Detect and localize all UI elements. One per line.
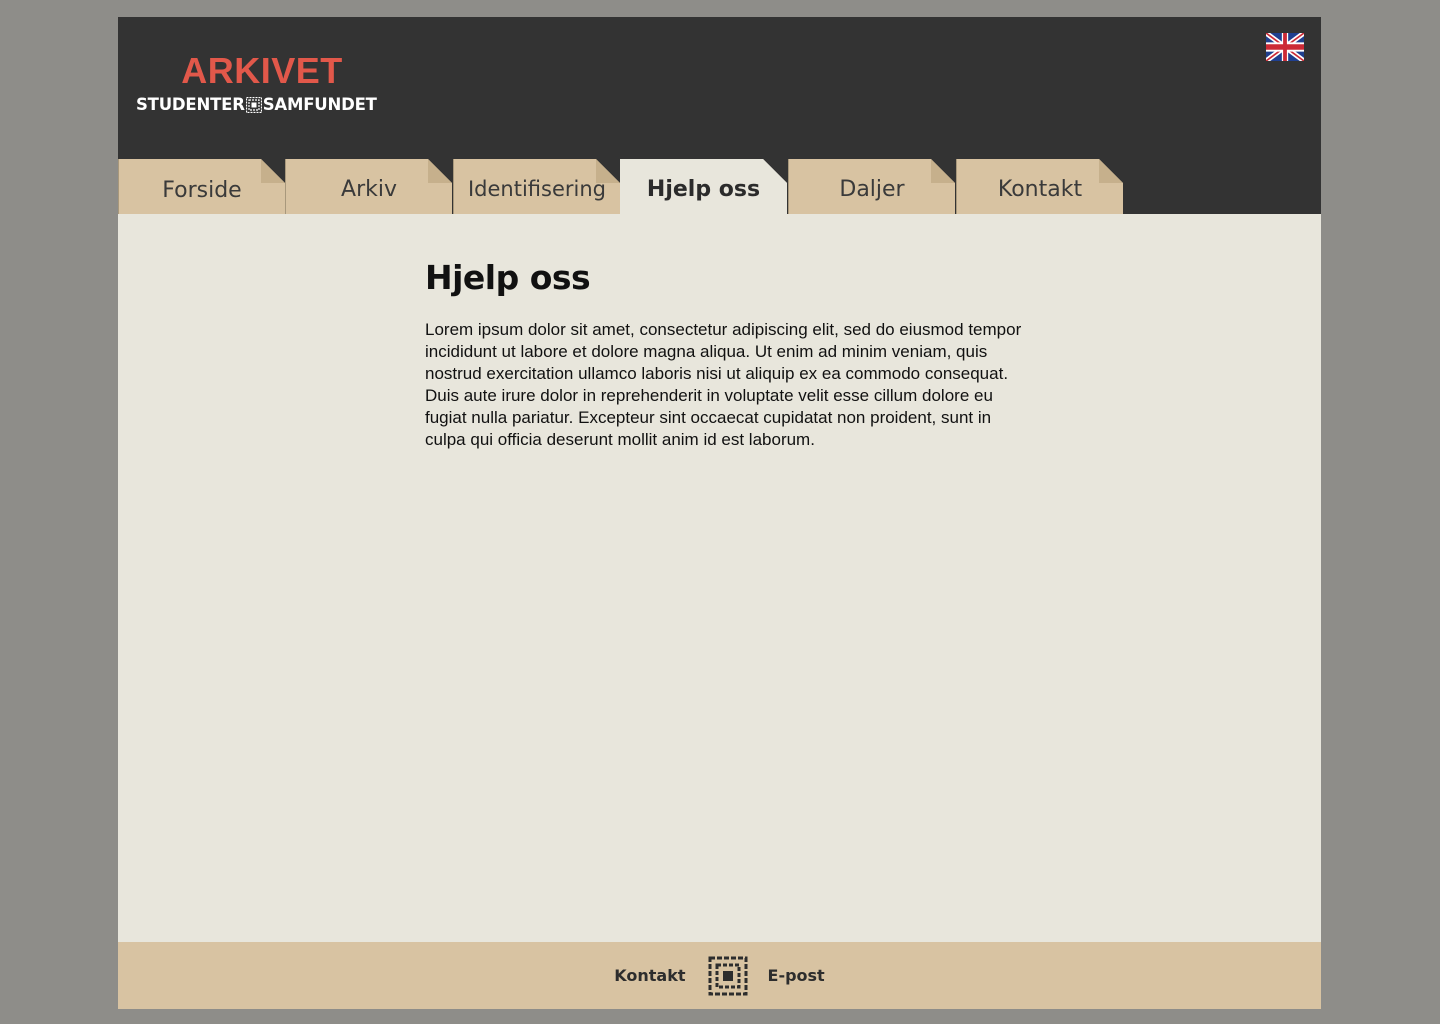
main-navigation: Forside Arkiv Identifisering Hjelp oss D [118, 159, 1321, 214]
logo-subtitle-right: SAMFUNDET [262, 95, 377, 114]
samfundet-emblem-icon [708, 956, 748, 995]
logo-subtitle-left: STUDENTER [136, 95, 245, 114]
tab-label: Arkiv [341, 177, 397, 202]
tab-label: Identifisering [467, 177, 607, 201]
tab-identifisering[interactable]: Identifisering [453, 159, 620, 214]
body-text: Lorem ipsum dolor sit amet, consectetur … [425, 320, 1022, 449]
uk-flag-icon[interactable] [1266, 33, 1304, 61]
footer-email-link[interactable]: E-post [768, 966, 825, 985]
site-logo[interactable]: ARKIVET STUDENTER SAMFUNDET [136, 51, 388, 115]
tab-arkiv[interactable]: Arkiv [285, 159, 452, 214]
footer-links: Kontakt E-post [118, 942, 1321, 1009]
page-container: ARKIVET STUDENTER SAMFUNDET Forside Arki… [118, 17, 1321, 1009]
tab-daljer[interactable]: Daljer [788, 159, 955, 214]
tab-label: Daljer [839, 177, 905, 202]
tab-label: Hjelp oss [646, 177, 761, 202]
logo-title: ARKIVET [181, 50, 343, 91]
main-content: Hjelp oss Lorem ipsum dolor sit amet, co… [425, 257, 1025, 451]
site-header: ARKIVET STUDENTER SAMFUNDET Forside Arki… [118, 17, 1321, 214]
tab-label: Forside [162, 178, 242, 203]
page-title: Hjelp oss [425, 258, 591, 297]
tab-forside[interactable]: Forside [118, 159, 285, 214]
samfundet-emblem-icon [245, 97, 262, 113]
logo-subtitle: STUDENTER SAMFUNDET [136, 95, 388, 115]
tab-label: Kontakt [997, 177, 1083, 202]
site-footer: Kontakt E-post [118, 942, 1321, 1009]
tab-kontakt[interactable]: Kontakt [956, 159, 1123, 214]
footer-contact-link[interactable]: Kontakt [614, 966, 685, 985]
tab-hjelp-oss[interactable]: Hjelp oss [620, 159, 787, 214]
